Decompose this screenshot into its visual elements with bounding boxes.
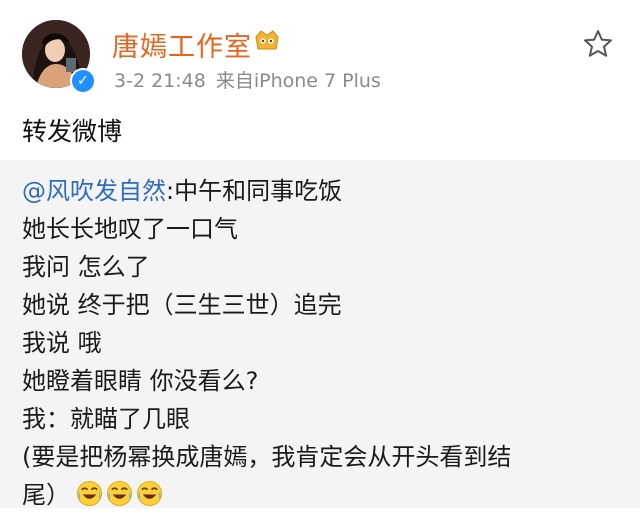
quote-line: 她瞪着眼睛 你没看么? — [22, 367, 259, 395]
quote-line: 尾） — [22, 476, 622, 514]
quote-line: (要是把杨幂换成唐嫣，我肯定会从开头看到结 — [22, 443, 512, 471]
mention-link[interactable]: @风吹发自然 — [22, 177, 166, 205]
laugh-cry-icon — [136, 480, 163, 507]
laugh-cry-icon — [76, 480, 103, 507]
laugh-cry-icon — [106, 480, 133, 507]
quote-line: 她说 终于把（三生三世）追完 — [22, 291, 342, 319]
post-text: 转发微博 — [22, 117, 123, 146]
quote-line: 我问 怎么了 — [22, 253, 150, 281]
quote-last-line-text: 尾） — [22, 481, 70, 509]
quote-line: 我说 哦 — [22, 329, 102, 357]
author-name[interactable]: 唐嫣工作室 — [112, 25, 252, 64]
quote-line: 我：就瞄了几眼 — [22, 405, 190, 433]
post-header: ✓ 唐嫣工作室 3-2 21:48 来自iPhone 7 Plus — [0, 0, 640, 100]
retweeted-post[interactable]: @风吹发自然:中午和同事吃饭 她长长地叹了一口气 我问 怎么了 她说 终于把（三… — [0, 160, 640, 509]
post-timestamp: 3-2 21:48 — [114, 70, 206, 92]
quote-first-line-text: :中午和同事吃饭 — [166, 177, 343, 205]
quote-line: 她长长地叹了一口气 — [22, 215, 238, 243]
post-source: 来自iPhone 7 Plus — [215, 70, 381, 92]
emoji-group — [76, 480, 163, 507]
verified-badge-icon: ✓ — [70, 68, 96, 94]
vip-member-icon — [255, 30, 279, 50]
star-icon[interactable] — [582, 28, 614, 60]
post-meta: 3-2 21:48 来自iPhone 7 Plus — [114, 66, 381, 93]
quote-line: @风吹发自然:中午和同事吃饭 — [22, 172, 622, 210]
retweeted-post-body: @风吹发自然:中午和同事吃饭 她长长地叹了一口气 我问 怎么了 她说 终于把（三… — [22, 172, 622, 514]
